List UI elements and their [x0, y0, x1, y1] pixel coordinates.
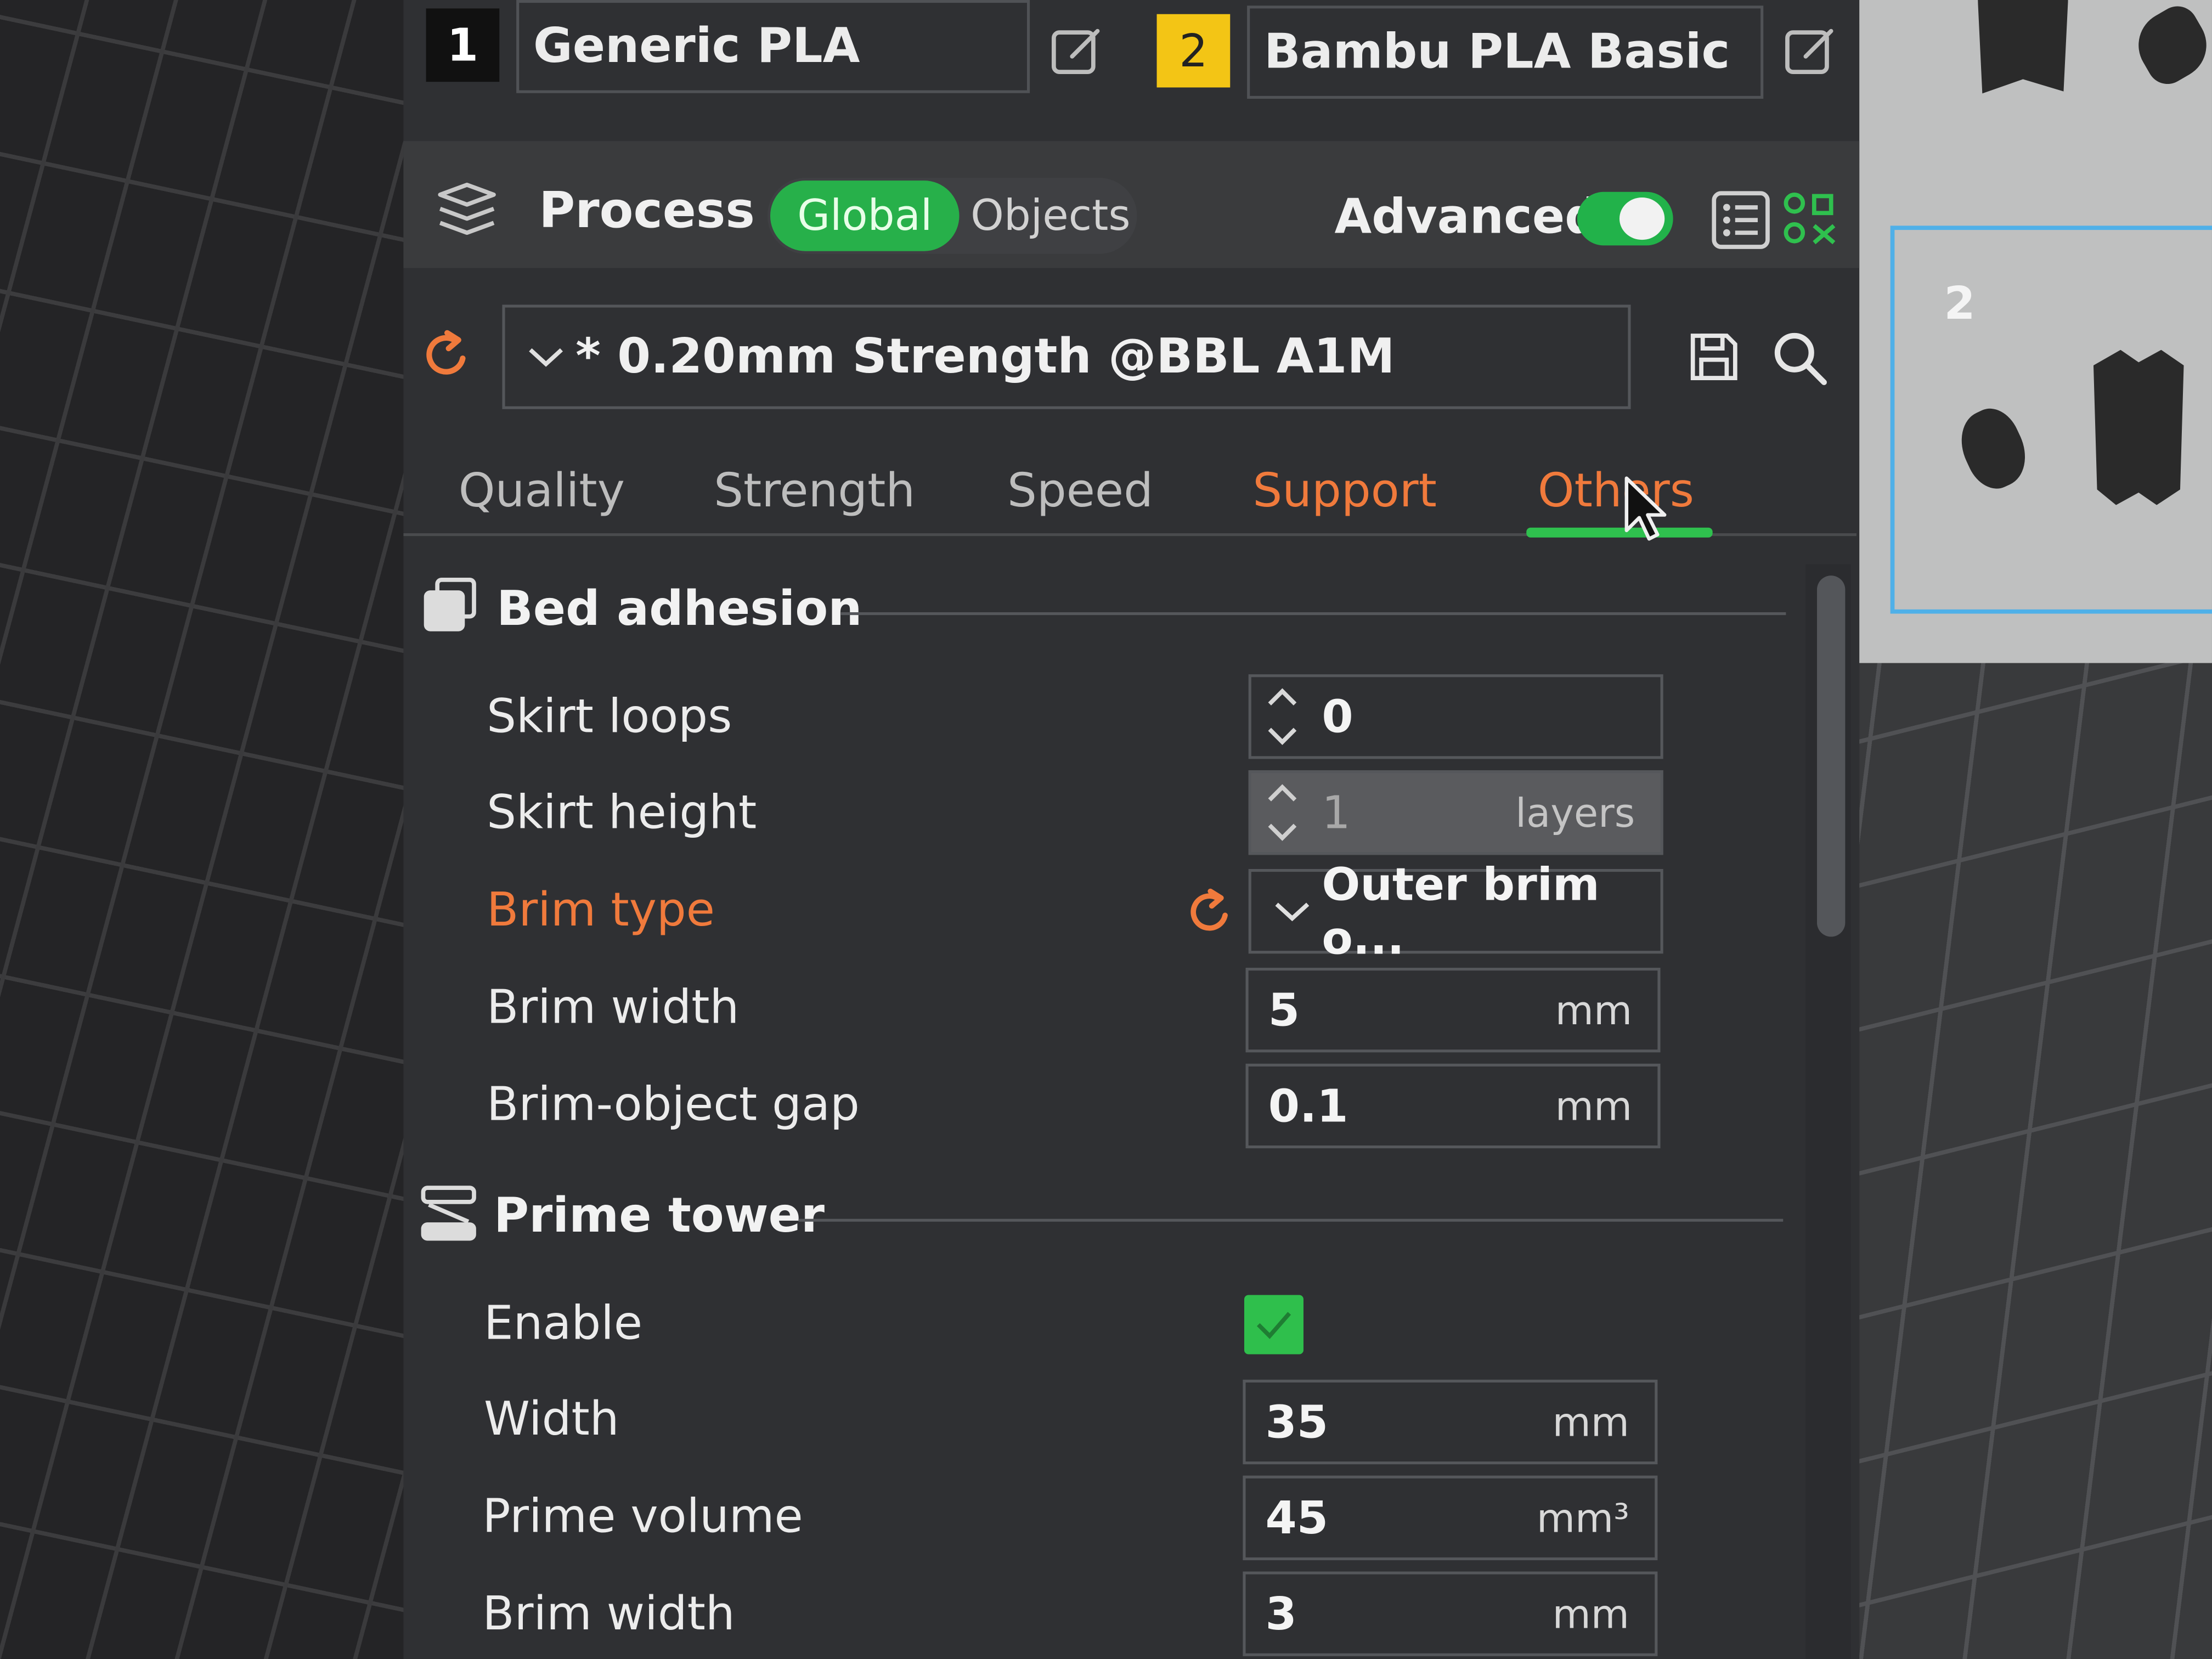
- reset-icon[interactable]: [420, 328, 474, 381]
- advanced-label: Advanced: [1334, 189, 1599, 246]
- bed-adhesion-icon: [424, 577, 476, 631]
- process-label: Process: [539, 183, 755, 240]
- brim-width-input[interactable]: 5 mm: [1245, 967, 1661, 1053]
- prime-volume-label: Prime volume: [482, 1488, 803, 1544]
- brim-width-label: Brim width: [487, 979, 740, 1034]
- skirt-loops-input[interactable]: 0: [1248, 674, 1663, 759]
- search-icon[interactable]: [1769, 328, 1831, 390]
- preset-name: * 0.20mm Strength @BBL A1M: [575, 329, 1395, 385]
- prime-tower-brim-width-input[interactable]: 3 mm: [1243, 1571, 1658, 1656]
- brim-width-unit: mm: [1555, 986, 1633, 1034]
- prime-volume-value: 45: [1265, 1491, 1329, 1545]
- brim-object-gap-label: Brim-object gap: [487, 1076, 860, 1132]
- brim-width-value: 5: [1268, 983, 1300, 1037]
- checkmark-icon: [1256, 1312, 1291, 1339]
- prime-tower-brim-width-label: Brim width: [482, 1585, 735, 1641]
- scope-objects-button[interactable]: Objects: [970, 192, 1130, 241]
- process-preset-select[interactable]: * 0.20mm Strength @BBL A1M: [502, 304, 1631, 409]
- filament-2-select[interactable]: Bambu PLA Basic: [1247, 5, 1764, 99]
- filament-1-select[interactable]: Generic PLA: [516, 0, 1030, 93]
- prime-volume-input[interactable]: 45 mm³: [1243, 1475, 1658, 1560]
- tab-quality[interactable]: Quality: [459, 462, 625, 517]
- stepper-icon[interactable]: [1251, 684, 1313, 749]
- list-view-icon[interactable]: [1710, 189, 1772, 251]
- tab-speed[interactable]: Speed: [1007, 462, 1153, 517]
- prime-tower-enable-label: Enable: [483, 1295, 643, 1350]
- skirt-height-unit: layers: [1515, 789, 1635, 836]
- layers-icon: [438, 182, 496, 235]
- prime-tower-brim-width-value: 3: [1265, 1587, 1297, 1641]
- edit-icon[interactable]: [1049, 22, 1106, 79]
- skirt-height-input[interactable]: 1 layers: [1248, 770, 1663, 855]
- mouse-cursor-icon: [1624, 476, 1667, 541]
- active-tab-indicator: [1526, 527, 1713, 538]
- prime-tower-enable-checkbox[interactable]: [1244, 1295, 1304, 1355]
- skirt-height-label: Skirt height: [487, 784, 757, 839]
- viewport-left-background: [0, 0, 407, 1659]
- skirt-loops-value: 0: [1322, 690, 1353, 744]
- brim-type-label: Brim type: [487, 882, 715, 937]
- skirt-loops-label: Skirt loops: [487, 688, 732, 744]
- tab-others[interactable]: Others: [1538, 462, 1694, 517]
- brim-type-select[interactable]: Outer brim o...: [1248, 857, 1663, 965]
- prime-tower-width-label: Width: [483, 1391, 619, 1446]
- brim-object-gap-unit: mm: [1555, 1082, 1633, 1130]
- chevron-down-icon: [529, 348, 563, 367]
- filament-1-badge[interactable]: 1: [426, 8, 500, 82]
- section-divider: [840, 612, 1786, 616]
- section-title-bed-adhesion: Bed adhesion: [496, 581, 862, 638]
- plate-number: 2: [1944, 276, 1976, 330]
- prime-volume-unit: mm³: [1536, 1494, 1629, 1542]
- section-title-prime-tower: Prime tower: [493, 1188, 825, 1244]
- model-part-center[interactable]: [2093, 349, 2184, 505]
- reset-icon[interactable]: [1185, 886, 1236, 937]
- section-divider: [798, 1218, 1784, 1222]
- scrollbar-thumb[interactable]: [1816, 575, 1846, 937]
- prime-tower-icon: [421, 1186, 476, 1241]
- stepper-icon[interactable]: [1251, 780, 1313, 845]
- prime-tower-width-unit: mm: [1552, 1398, 1629, 1446]
- chevron-down-icon: [1275, 902, 1310, 922]
- edit-icon[interactable]: [1783, 22, 1839, 79]
- tab-support[interactable]: Support: [1252, 462, 1436, 517]
- filament-2-badge[interactable]: 2: [1156, 14, 1231, 88]
- save-icon[interactable]: [1687, 330, 1741, 384]
- brim-object-gap-input[interactable]: 0.1 mm: [1245, 1063, 1661, 1149]
- brim-type-value: Outer brim o...: [1322, 857, 1600, 965]
- brim-object-gap-value: 0.1: [1268, 1079, 1348, 1133]
- prime-tower-brim-width-unit: mm: [1552, 1590, 1629, 1638]
- object-settings-icon[interactable]: [1780, 189, 1839, 249]
- scope-global-button[interactable]: Global: [770, 180, 960, 251]
- prime-tower-width-input[interactable]: 35 mm: [1243, 1379, 1658, 1465]
- tab-strength[interactable]: Strength: [714, 462, 915, 517]
- prime-tower-width-value: 35: [1265, 1395, 1329, 1449]
- skirt-height-value: 1: [1322, 786, 1351, 839]
- toggle-knob: [1619, 197, 1665, 240]
